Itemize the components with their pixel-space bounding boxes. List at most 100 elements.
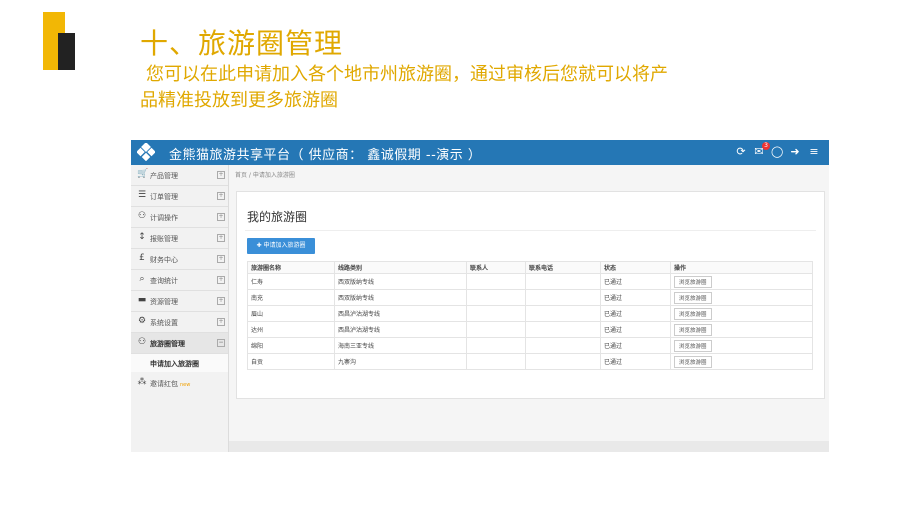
table-row: 绵阳 海南三亚专线 已通过 浏览旅游圈 (247, 337, 813, 354)
cell-category: 西双版纳专线 (334, 273, 467, 290)
browse-circle-button[interactable]: 浏览旅游圈 (674, 339, 712, 352)
cell-name: 眉山 (247, 305, 335, 322)
people-icon: ⚇ (137, 211, 147, 221)
sidebar-item-label: 系统设置 (150, 319, 178, 327)
cell-category: 西双版纳专线 (334, 289, 467, 306)
cell-phone (525, 337, 601, 354)
column-header: 线路类别 (334, 261, 467, 274)
cell-contact (466, 353, 526, 370)
cell-name: 绵阳 (247, 337, 335, 354)
sidebar-item-label: 报账管理 (150, 235, 178, 243)
top-navbar: 金熊猫旅游共享平台（ 供应商： 鑫诚假期 --演示 ） ⟳ ✉ 3 ◯ ➜ ≡ (131, 140, 829, 165)
logo-bar-black (58, 33, 75, 70)
cell-status: 已通过 (600, 337, 671, 354)
sidebar-subitem-apply[interactable]: 申请加入旅游圈 (131, 354, 228, 372)
search-icon: ⌕ (139, 274, 145, 284)
travel-circle-panel: 我的旅游圈 ✚ 申请加入旅游圈 旅游圈名称 线路类别 联系人 联系电话 状态 操… (236, 191, 825, 399)
table-row: 自贡 九寨沟 已通过 浏览旅游圈 (247, 353, 813, 370)
panel-title: 我的旅游圈 (247, 210, 308, 224)
travel-circle-table: 旅游圈名称 线路类别 联系人 联系电话 状态 操作 仁寿 西双版纳专线 已通过 … (247, 261, 813, 370)
expand-icon: + (217, 255, 225, 263)
expand-icon: + (217, 297, 225, 305)
apply-join-button[interactable]: ✚ 申请加入旅游圈 (247, 238, 315, 254)
list-icon: ☰ (137, 190, 147, 200)
cell-status: 已通过 (600, 289, 671, 306)
sidebar-item-invite[interactable]: ⁂ 邀请红包 new (131, 373, 228, 393)
expand-icon: + (217, 234, 225, 242)
sidebar-item-resource[interactable]: ▬ 资源管理 + (131, 291, 228, 312)
sidebar-item-label: 邀请红包 new (150, 380, 191, 388)
expand-icon: + (217, 192, 225, 200)
sidebar: 🛒 产品管理 + ☰ 订单管理 + ⚇ 计调操作 + ↕ 报账管理 + £ 财务… (131, 165, 229, 452)
cell-action: 浏览旅游圈 (670, 337, 813, 354)
cell-status: 已通过 (600, 321, 671, 338)
sidebar-item-travel-circle[interactable]: ⚇ 旅游圈管理 − (131, 333, 228, 354)
sidebar-item-product[interactable]: 🛒 产品管理 + (131, 165, 228, 186)
cell-action: 浏览旅游圈 (670, 305, 813, 322)
main-content: 首页 / 申请加入旅游圈 我的旅游圈 ✚ 申请加入旅游圈 旅游圈名称 线路类别 … (229, 165, 829, 452)
folder-icon: ▬ (137, 295, 147, 305)
apply-join-button-label: 申请加入旅游圈 (263, 242, 306, 249)
sidebar-item-label: 旅游圈管理 (150, 340, 185, 348)
table-row: 达州 西昌泸沽湖专线 已通过 浏览旅游圈 (247, 321, 813, 338)
expand-icon: + (217, 171, 225, 179)
column-header: 联系人 (466, 261, 526, 274)
cell-contact (466, 289, 526, 306)
sidebar-item-order[interactable]: ☰ 订单管理 + (131, 186, 228, 207)
cell-action: 浏览旅游圈 (670, 273, 813, 290)
cell-contact (466, 337, 526, 354)
grid-icon: ⁂ (137, 377, 147, 387)
cell-category: 海南三亚专线 (334, 337, 467, 354)
cart-icon: 🛒 (137, 169, 149, 179)
cell-category: 九寨沟 (334, 353, 467, 370)
cell-status: 已通过 (600, 305, 671, 322)
cell-phone (525, 273, 601, 290)
column-header: 旅游圈名称 (247, 261, 335, 274)
cell-status: 已通过 (600, 353, 671, 370)
refresh-icon[interactable]: ⟳ (735, 145, 747, 159)
cell-action: 浏览旅游圈 (670, 353, 813, 370)
sidebar-item-label: 资源管理 (150, 298, 178, 306)
cell-phone (525, 305, 601, 322)
cell-contact (466, 305, 526, 322)
cell-name: 达州 (247, 321, 335, 338)
sidebar-item-label: 订单管理 (150, 193, 178, 201)
brand-title: 金熊猫旅游共享平台（ 供应商： 鑫诚假期 --演示 ） (169, 148, 482, 163)
browse-circle-button[interactable]: 浏览旅游圈 (674, 307, 712, 320)
browse-circle-button[interactable]: 浏览旅游圈 (674, 355, 712, 368)
sort-icon: ↕ (138, 232, 146, 242)
logout-icon[interactable]: ➜ (789, 145, 801, 159)
chat-icon[interactable]: ◯ (771, 145, 783, 159)
gear-icon: ⚙ (137, 316, 147, 326)
menu-icon[interactable]: ≡ (808, 145, 820, 159)
cell-action: 浏览旅游圈 (670, 321, 813, 338)
sidebar-subitem-label: 申请加入旅游圈 (150, 360, 199, 368)
cell-name: 仁寿 (247, 273, 335, 290)
slide-subtitle: 您可以在此申请加入各个地市州旅游圈，通过审核后您就可以将产 品精准投放到更多旅游… (140, 62, 820, 114)
cell-status: 已通过 (600, 273, 671, 290)
sidebar-item-dispatch[interactable]: ⚇ 计调操作 + (131, 207, 228, 228)
app-screenshot: 金熊猫旅游共享平台（ 供应商： 鑫诚假期 --演示 ） ⟳ ✉ 3 ◯ ➜ ≡ … (131, 140, 829, 452)
column-header: 联系电话 (525, 261, 601, 274)
browse-circle-button[interactable]: 浏览旅游圈 (674, 291, 712, 304)
slide-subtitle-line2: 品精准投放到更多旅游圈 (140, 90, 338, 111)
sidebar-item-label: 计调操作 (150, 214, 178, 222)
notification-badge: 3 (762, 142, 770, 150)
sidebar-item-finance[interactable]: £ 财务中心 + (131, 249, 228, 270)
column-header: 状态 (600, 261, 671, 274)
cell-category: 西昌泸沽湖专线 (334, 305, 467, 322)
sidebar-item-query[interactable]: ⌕ 查询统计 + (131, 270, 228, 291)
browse-circle-button[interactable]: 浏览旅游圈 (674, 323, 712, 336)
cell-name: 自贡 (247, 353, 335, 370)
table-header-row: 旅游圈名称 线路类别 联系人 联系电话 状态 操作 (247, 261, 813, 274)
sidebar-item-reimburse[interactable]: ↕ 报账管理 + (131, 228, 228, 249)
circle-group-icon: ⚇ (137, 337, 147, 347)
cell-contact (466, 321, 526, 338)
column-header: 操作 (670, 261, 813, 274)
cell-phone (525, 353, 601, 370)
browse-circle-button[interactable]: 浏览旅游圈 (674, 275, 712, 288)
slide-subtitle-line1: 您可以在此申请加入各个地市州旅游圈，通过审核后您就可以将产 (146, 64, 668, 85)
cell-name: 南充 (247, 289, 335, 306)
expand-icon: + (217, 276, 225, 284)
sidebar-item-settings[interactable]: ⚙ 系统设置 + (131, 312, 228, 333)
